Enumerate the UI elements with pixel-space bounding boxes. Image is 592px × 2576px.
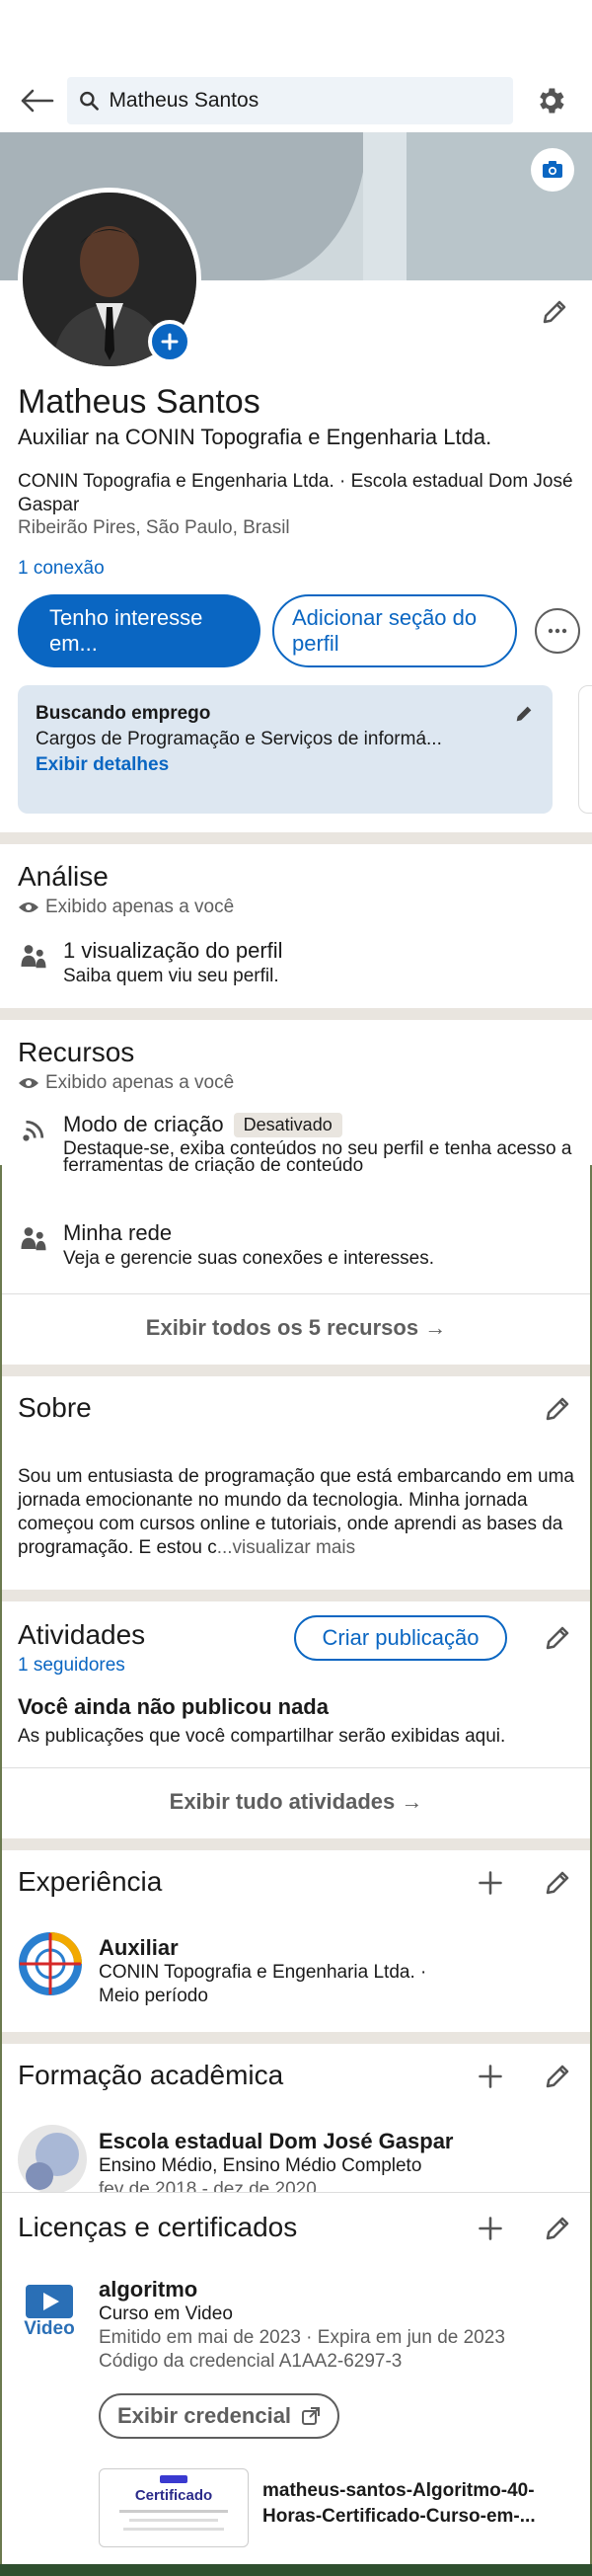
issuer-logo-text: Video — [24, 2318, 75, 2339]
profile-page: Matheus Santos Auxiliar na CONIN Topogra… — [0, 0, 592, 2576]
bottom-bar — [0, 2564, 592, 2576]
experience-title: Experiência — [18, 1866, 163, 1897]
issuer-logo[interactable]: Video — [18, 2283, 81, 2340]
certificate-file-name[interactable]: matheus-santos-Algoritmo-40-Horas-Certif… — [262, 2478, 578, 2530]
external-link-icon — [302, 2407, 321, 2425]
about-title: Sobre — [18, 1392, 92, 1423]
search-icon — [80, 91, 99, 111]
profile-actions: Tenho interesse em... Adicionar seção do… — [18, 594, 580, 667]
creator-mode-item[interactable]: Modo de criação Desativado Destaque-se, e… — [18, 1112, 580, 1174]
camera-icon[interactable] — [531, 148, 574, 192]
section-separator — [0, 1590, 592, 1601]
analytics-title: Análise — [18, 861, 109, 892]
education-entry[interactable]: Escola estadual Dom José Gaspar Ensino M… — [99, 2129, 582, 2198]
profile-name: Matheus Santos — [18, 383, 260, 421]
gear-icon[interactable] — [527, 77, 574, 124]
license-entry[interactable]: algoritmo Curso em Video Emitido em mai … — [99, 2277, 582, 2374]
resources-private-note: Exibido apenas a você — [18, 1072, 234, 1094]
open-to-button[interactable]: Tenho interesse em... — [18, 594, 260, 667]
activity-title: Atividades — [18, 1619, 146, 1650]
otw-edit-pencil-icon[interactable] — [513, 703, 535, 730]
licenses-title: Licenças e certificados — [18, 2212, 298, 2242]
license-name: algoritmo — [99, 2277, 198, 2302]
otw-details-link[interactable]: Exibir detalhes — [36, 754, 535, 776]
views-title: 1 visualização do perfil — [63, 938, 283, 963]
license-issuer: Curso em Video — [99, 2303, 233, 2324]
add-education-plus-icon[interactable] — [474, 2060, 507, 2093]
next-card-peek — [578, 685, 592, 814]
broadcast-icon — [18, 1112, 49, 1174]
analytics-private-note: Exibido apenas a você — [18, 897, 234, 918]
show-all-resources-link[interactable]: Exibir todos os 5 recursos → — [0, 1315, 592, 1341]
otw-roles: Cargos de Programação e Serviços de info… — [36, 729, 442, 749]
profile-views-item[interactable]: 1 visualização do perfil Saiba quem viu … — [18, 938, 580, 986]
edit-experience-pencil-icon[interactable] — [541, 1866, 574, 1900]
education-degree: Ensino Médio, Ensino Médio Completo — [99, 2155, 422, 2176]
activity-empty-sub: As publicações que você compartilhar ser… — [18, 1726, 506, 1747]
license-dates: Emitido em mai de 2023 · Expira em jun d… — [99, 2327, 505, 2348]
people-icon — [18, 1220, 49, 1269]
add-license-plus-icon[interactable] — [474, 2212, 507, 2245]
add-profile-section-button[interactable]: Adicionar seção do perfil — [272, 594, 517, 667]
resources-title: Recursos — [18, 1037, 135, 1067]
top-bar — [0, 69, 592, 132]
back-arrow-icon[interactable] — [18, 81, 57, 120]
search-bar[interactable] — [67, 77, 513, 124]
edit-about-pencil-icon[interactable] — [541, 1392, 574, 1426]
show-credential-label: Exibir credencial — [116, 2403, 292, 2428]
section-separator — [0, 2032, 592, 2044]
my-network-item[interactable]: Minha rede Veja e gerencie suas conexões… — [18, 1220, 580, 1269]
eye-icon — [19, 1078, 38, 1088]
certificate-thumb-text: Certificado — [134, 2487, 213, 2504]
otw-title: Buscando emprego — [36, 703, 211, 724]
experience-company: CONIN Topografia e Engenharia Ltda. · — [99, 1962, 427, 1983]
education-school: Escola estadual Dom José Gaspar — [99, 2129, 454, 2153]
connections-link[interactable]: 1 conexão — [18, 558, 105, 580]
creator-mode-badge: Desativado — [233, 1112, 342, 1137]
followers-link[interactable]: 1 seguidores — [18, 1655, 125, 1677]
create-post-button[interactable]: Criar publicação — [294, 1615, 507, 1661]
about-show-more-link[interactable]: ...visualizar mais — [217, 1537, 355, 1558]
profile-orgs[interactable]: CONIN Topografia e Engenharia Ltda. · Es… — [18, 470, 580, 517]
experience-role: Auxiliar — [99, 1935, 179, 1960]
edit-activity-pencil-icon[interactable] — [541, 1621, 574, 1655]
education-title: Formação acadêmica — [18, 2060, 284, 2090]
divider — [0, 1767, 592, 1768]
school-logo[interactable] — [18, 2125, 87, 2194]
activity-empty-title: Você ainda não publicou nada — [18, 1694, 329, 1719]
profile-location: Ribeirão Pires, São Paulo, Brasil — [18, 517, 290, 538]
frame-border — [0, 1165, 2, 2567]
edit-education-pencil-icon[interactable] — [541, 2060, 574, 2093]
private-note-text: Exibido apenas a você — [45, 1072, 235, 1093]
creator-mode-sub: Destaque-se, exiba conteúdos no seu perf… — [63, 1140, 572, 1174]
experience-type: Meio período — [99, 1986, 208, 2006]
certificate-thumbnail[interactable]: Certificado — [99, 2468, 249, 2547]
about-text: Sou um entusiasta de programação que est… — [18, 1465, 580, 1560]
divider — [0, 1293, 592, 1294]
company-logo[interactable] — [18, 1931, 83, 1996]
section-separator — [0, 832, 592, 844]
eye-icon — [19, 902, 38, 912]
section-separator — [0, 1838, 592, 1850]
search-input[interactable] — [109, 89, 501, 113]
edit-licenses-pencil-icon[interactable] — [541, 2212, 574, 2245]
add-photo-plus-icon[interactable] — [148, 320, 191, 363]
section-separator — [0, 1008, 592, 1020]
views-sub: Saiba quem viu seu perfil. — [63, 966, 279, 986]
add-experience-plus-icon[interactable] — [474, 1866, 507, 1900]
creator-mode-title: Modo de criação — [63, 1112, 224, 1136]
more-options-icon[interactable] — [535, 608, 580, 654]
people-icon — [18, 938, 49, 986]
my-network-title: Minha rede — [63, 1220, 173, 1245]
experience-entry[interactable]: Auxiliar CONIN Topografia e Engenharia L… — [99, 1935, 582, 2008]
show-all-activity-link[interactable]: Exibir tudo atividades → — [0, 1789, 592, 1815]
edit-intro-pencil-icon[interactable] — [535, 292, 574, 332]
my-network-sub: Veja e gerencie suas conexões e interess… — [63, 1248, 435, 1269]
show-credential-button[interactable]: Exibir credencial — [99, 2393, 339, 2439]
open-to-work-card[interactable]: Buscando emprego Cargos de Programação e… — [18, 685, 553, 814]
license-credential-id: Código da credencial A1AA2-6297-3 — [99, 2351, 403, 2372]
section-separator — [0, 1365, 592, 1376]
profile-headline: Auxiliar na CONIN Topografia e Engenhari… — [18, 425, 492, 449]
private-note-text: Exibido apenas a você — [45, 897, 235, 917]
